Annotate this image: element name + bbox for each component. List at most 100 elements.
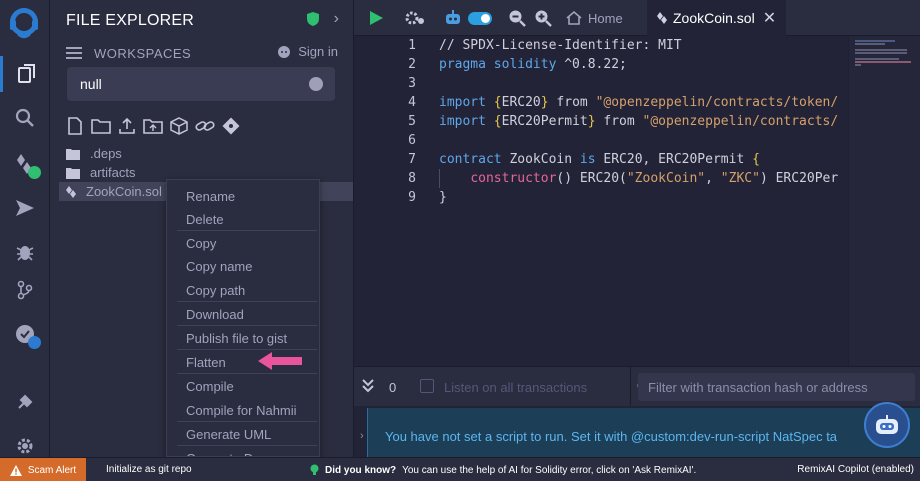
git-icon[interactable]: [0, 272, 50, 308]
code-line: // SPDX-License-Identifier: MIT: [439, 38, 682, 53]
sign-in-button[interactable]: Sign in: [276, 44, 338, 59]
search-icon[interactable]: [0, 100, 50, 136]
tree-item-label: ZookCoin.sol: [86, 184, 162, 199]
cube-icon[interactable]: [169, 116, 189, 136]
file-toolbar: [65, 116, 241, 136]
code-line: contract ZookCoin is ERC20, ERC20Permit …: [439, 152, 760, 167]
chevron-right-icon[interactable]: ›: [334, 10, 339, 28]
menu-separator: [177, 421, 317, 422]
did-you-know-label: Did you know?: [325, 464, 397, 476]
menu-separator: [177, 301, 317, 302]
scam-alert-button[interactable]: Scam Alert: [0, 458, 86, 481]
init-git-link[interactable]: Initialize as git repo: [106, 464, 192, 475]
workspaces-row: WORKSPACES Sign in: [66, 42, 338, 64]
upload-file-icon[interactable]: [117, 116, 137, 136]
upload-folder-icon[interactable]: [143, 116, 163, 136]
run-script-icon[interactable]: [368, 0, 384, 36]
line-number: 5: [408, 114, 416, 129]
link-icon[interactable]: [195, 116, 215, 136]
robot-icon: [876, 415, 898, 434]
menu-item-delete[interactable]: Delete: [167, 208, 319, 230]
shield-icon[interactable]: [306, 11, 320, 27]
remixai-icon[interactable]: [0, 316, 50, 352]
remix-logo-icon[interactable]: [4, 4, 44, 44]
menu-item-publish-gist[interactable]: Publish file to gist: [167, 327, 319, 349]
plugin-manager-icon[interactable]: [0, 384, 50, 420]
new-folder-icon[interactable]: [91, 116, 111, 136]
close-tab-icon[interactable]: ✕: [763, 8, 776, 28]
file-explorer-icon[interactable]: [0, 56, 50, 92]
workspace-select-value: null: [80, 76, 102, 92]
solidity-compiler-icon[interactable]: [0, 146, 50, 182]
tree-item-label: artifacts: [90, 165, 136, 180]
home-icon: [566, 10, 582, 25]
line-number-gutter: 1 2 3 4 5 6 7 8 9: [354, 36, 426, 366]
double-chevron-down-icon[interactable]: [362, 379, 374, 393]
github-icon: [278, 45, 291, 58]
tip-text: You can use the help of AI for Solidity …: [402, 464, 697, 476]
menu-item-copy[interactable]: Copy: [167, 232, 319, 254]
listen-checkbox[interactable]: [420, 379, 434, 393]
menu-item-download[interactable]: Download: [167, 303, 319, 325]
menu-separator: [177, 325, 317, 326]
minimap-line: [855, 40, 895, 42]
deploy-icon[interactable]: [0, 190, 50, 226]
scam-alert-label: Scam Alert: [27, 464, 77, 476]
tab-file-label: ZookCoin.sol: [673, 10, 755, 26]
remixai-assistant-button[interactable]: [864, 402, 910, 448]
solidity-file-icon: [657, 12, 667, 24]
code-editor[interactable]: 1 2 3 4 5 6 7 8 9 // SPDX-License-Identi…: [354, 36, 920, 366]
workspace-select[interactable]: null: [67, 67, 335, 101]
select-stepper-icon: [309, 77, 323, 91]
menu-item-compile-nahmii[interactable]: Compile for Nahmii: [167, 399, 319, 421]
debugger-icon[interactable]: [0, 234, 50, 270]
menu-item-generate-docs[interactable]: Generate Docs: [167, 447, 319, 457]
line-number: 4: [408, 95, 416, 110]
menu-item-copy-path[interactable]: Copy path: [167, 279, 319, 301]
menu-item-compile[interactable]: Compile: [167, 375, 319, 397]
panel-title: FILE EXPLORER: [66, 12, 194, 29]
zoom-in-icon[interactable]: [534, 0, 552, 36]
minimap-line: [855, 64, 861, 66]
terminal-caret-icon: ›: [360, 430, 364, 442]
tree-item-deps[interactable]: .deps: [50, 144, 353, 163]
line-number: 9: [408, 190, 416, 205]
remixai-bot-icon[interactable]: [444, 0, 462, 36]
warning-icon: [9, 464, 22, 476]
menu-item-generate-uml[interactable]: Generate UML: [167, 423, 319, 445]
code-area[interactable]: // SPDX-License-Identifier: MIT pragma s…: [439, 36, 849, 366]
lightbulb-icon: [310, 464, 319, 475]
minimap-line: [855, 43, 885, 45]
panel-header-icons: ›: [306, 10, 339, 28]
tab-home-label: Home: [588, 10, 623, 26]
menu-separator: [177, 445, 317, 446]
icon-rail: [0, 0, 50, 457]
code-line: pragma solidity ^0.8.22;: [439, 57, 627, 72]
line-number: 6: [408, 133, 416, 148]
code-line: import {ERC20} from "@openzeppelin/contr…: [439, 95, 839, 110]
tx-filter-input[interactable]: Filter with transaction hash or address: [638, 373, 915, 401]
ai-toggle[interactable]: [468, 0, 492, 36]
tab-home[interactable]: Home: [566, 0, 623, 36]
hamburger-icon[interactable]: [66, 46, 82, 60]
new-file-icon[interactable]: [65, 116, 85, 136]
editor-tab-bar: Home ZookCoin.sol ✕: [354, 0, 920, 36]
tab-zookcoin-sol[interactable]: ZookCoin.sol ✕: [647, 0, 787, 36]
status-bar: Scam Alert Initialize as git repo Did yo…: [0, 457, 920, 481]
menu-separator: [177, 373, 317, 374]
compile-settings-icon[interactable]: [404, 0, 426, 36]
tip-of-the-day: Did you know? You can use the help of AI…: [310, 464, 696, 476]
minimap[interactable]: [848, 36, 920, 366]
menu-item-copy-name[interactable]: Copy name: [167, 255, 319, 277]
terminal-message-text: You have not set a script to run. Set it…: [385, 429, 838, 444]
menu-item-rename[interactable]: Rename: [167, 185, 319, 207]
ai-toggle-switch: [468, 11, 492, 25]
copilot-status[interactable]: RemixAI Copilot (enabled): [797, 464, 914, 475]
minimap-line: [855, 52, 907, 54]
git-clone-icon[interactable]: [221, 116, 241, 136]
zoom-out-icon[interactable]: [508, 0, 526, 36]
tree-item-label: .deps: [90, 146, 122, 161]
sign-in-label: Sign in: [298, 44, 338, 59]
line-number: 1: [408, 38, 416, 53]
code-line: }: [439, 190, 447, 205]
